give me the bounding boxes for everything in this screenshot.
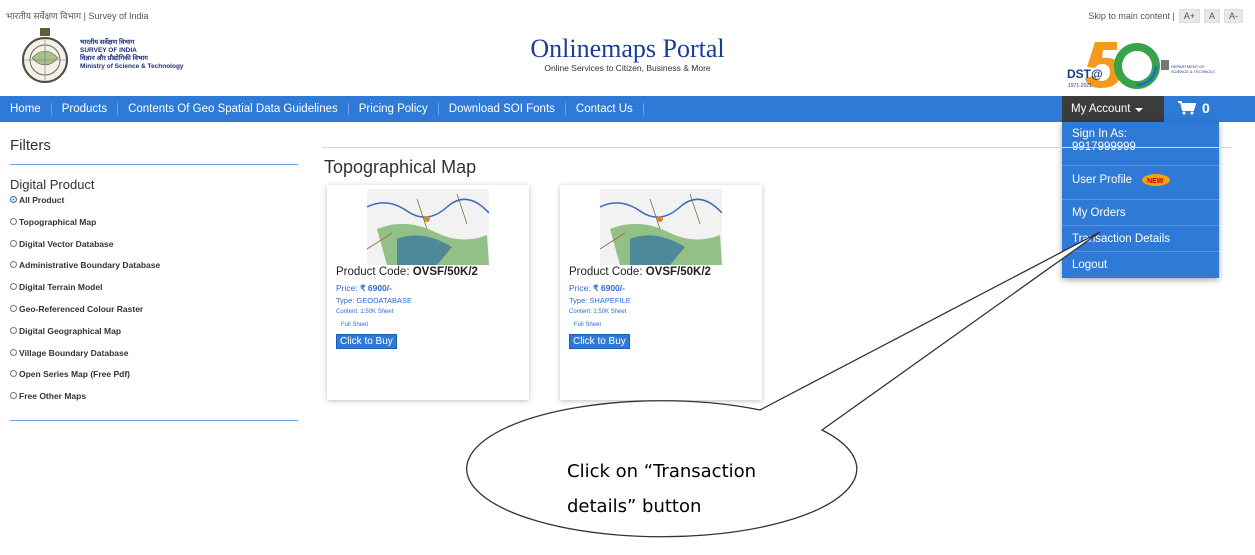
new-badge-icon: [1142, 174, 1171, 188]
font-increase-button[interactable]: A+: [1178, 9, 1200, 23]
product-sheet: Full Sheet: [574, 322, 602, 328]
filter-village-boundary[interactable]: Village Boundary Database: [10, 348, 160, 370]
nav-contact-us[interactable]: Contact Us: [566, 103, 644, 115]
filters-bottom-divider: [10, 420, 298, 421]
caret-down-icon: [1135, 108, 1144, 112]
section-divider: [322, 147, 1232, 148]
svg-text:SCIENCE & TECHNOLOGY: SCIENCE & TECHNOLOGY: [1171, 69, 1215, 74]
nav-menu: Home Products Contents Of Geo Spatial Da…: [0, 96, 644, 122]
filter-all-product[interactable]: All Product: [10, 195, 160, 217]
svg-text:DST@: DST@: [1067, 67, 1103, 81]
product-card: Product Code: OVSF/50K/2 Price: ₹ 6900/-…: [327, 185, 529, 400]
radio-icon[interactable]: [10, 283, 17, 291]
callout-text: Click on “Transaction details” button: [567, 461, 757, 517]
nav-pricing-policy[interactable]: Pricing Policy: [349, 103, 439, 115]
product-content: Content: 1:50K Sheet: [569, 309, 627, 315]
font-decrease-button[interactable]: A-: [1224, 9, 1243, 23]
nav-products[interactable]: Products: [52, 103, 119, 115]
filter-free-other-maps[interactable]: Free Other Maps: [10, 391, 160, 413]
product-type: Type: SHAPEFILE: [569, 296, 631, 305]
nav-home[interactable]: Home: [0, 103, 52, 115]
font-normal-button[interactable]: A: [1203, 9, 1220, 23]
radio-icon[interactable]: [10, 239, 17, 247]
product-content: Content: 1:50K Sheet: [336, 309, 394, 315]
filter-topographical-map[interactable]: Topographical Map: [10, 217, 160, 239]
menu-user-profile[interactable]: User Profile: [1062, 166, 1219, 200]
dst-50-years-logo: DST@ 1971-2021 DEPARTMENT OF SCIENCE & T…: [1067, 42, 1215, 89]
filter-administrative-boundary[interactable]: Administrative Boundary Database: [10, 260, 160, 282]
filter-geo-referenced-raster[interactable]: Geo-Referenced Colour Raster: [10, 304, 160, 326]
skip-link[interactable]: Skip to main content |: [1088, 11, 1174, 21]
map-thumbnail[interactable]: [600, 189, 722, 265]
menu-my-orders[interactable]: My Orders: [1062, 200, 1219, 226]
product-code: Product Code: OVSF/50K/2: [336, 266, 478, 278]
cart-icon: [1178, 101, 1196, 115]
accessibility-bar: Skip to main content | A+ A A-: [1088, 9, 1243, 23]
cart-button[interactable]: 0: [1178, 100, 1210, 116]
digital-product-heading: Digital Product: [10, 177, 95, 192]
radio-icon[interactable]: [10, 217, 17, 225]
click-to-buy-button[interactable]: Click to Buy: [336, 334, 397, 349]
my-account-label: My Account: [1071, 103, 1131, 115]
nav-download-fonts[interactable]: Download SOI Fonts: [439, 103, 566, 115]
radio-selected-icon[interactable]: [10, 196, 17, 203]
menu-transaction-details[interactable]: Transaction Details: [1062, 226, 1219, 252]
product-type: Type: GEODATABASE: [336, 296, 412, 305]
radio-icon[interactable]: [10, 326, 17, 334]
product-price: Price: ₹ 6900/-: [336, 283, 392, 293]
filter-open-series-map[interactable]: Open Series Map (Free Pdf): [10, 369, 160, 391]
product-card: Product Code: OVSF/50K/2 Price: ₹ 6900/-…: [560, 185, 762, 400]
filters-divider: [10, 164, 298, 165]
site-name: भारतीय सर्वेक्षण विभाग | Survey of India: [6, 11, 149, 21]
radio-icon[interactable]: [10, 370, 17, 378]
radio-icon[interactable]: [10, 348, 17, 356]
menu-logout[interactable]: Logout: [1062, 252, 1219, 278]
top-strip: भारतीय सर्वेक्षण विभाग | Survey of India…: [0, 0, 1255, 24]
filter-digital-vector-database[interactable]: Digital Vector Database: [10, 239, 160, 261]
section-title: Topographical Map: [324, 157, 477, 177]
click-to-buy-button[interactable]: Click to Buy: [569, 334, 630, 349]
product-filter-list: All Product Topographical Map Digital Ve…: [10, 195, 160, 413]
product-sheet: Full Sheet: [341, 322, 369, 328]
radio-icon[interactable]: [10, 261, 17, 269]
product-code: Product Code: OVSF/50K/2: [569, 266, 711, 278]
site-header: भारतीय सर्वेक्षण विभाग SURVEY OF INDIA व…: [0, 24, 1255, 96]
my-account-button[interactable]: My Account: [1062, 96, 1164, 122]
filters-heading: Filters: [10, 137, 51, 154]
product-price: Price: ₹ 6900/-: [569, 283, 625, 293]
cart-count: 0: [1202, 100, 1210, 116]
filter-digital-terrain-model[interactable]: Digital Terrain Model: [10, 282, 160, 304]
radio-icon[interactable]: [10, 392, 17, 400]
account-dropdown-menu: Sign In As: 9917999999 User Profile My O…: [1062, 122, 1219, 278]
svg-text:1971-2021: 1971-2021: [1068, 83, 1092, 89]
map-thumbnail[interactable]: [367, 189, 489, 265]
nav-geo-spatial-guidelines[interactable]: Contents Of Geo Spatial Data Guidelines: [118, 103, 349, 115]
signed-in-as: Sign In As: 9917999999: [1062, 122, 1219, 166]
radio-icon[interactable]: [10, 304, 17, 312]
filter-digital-geographical-map[interactable]: Digital Geographical Map: [10, 326, 160, 348]
